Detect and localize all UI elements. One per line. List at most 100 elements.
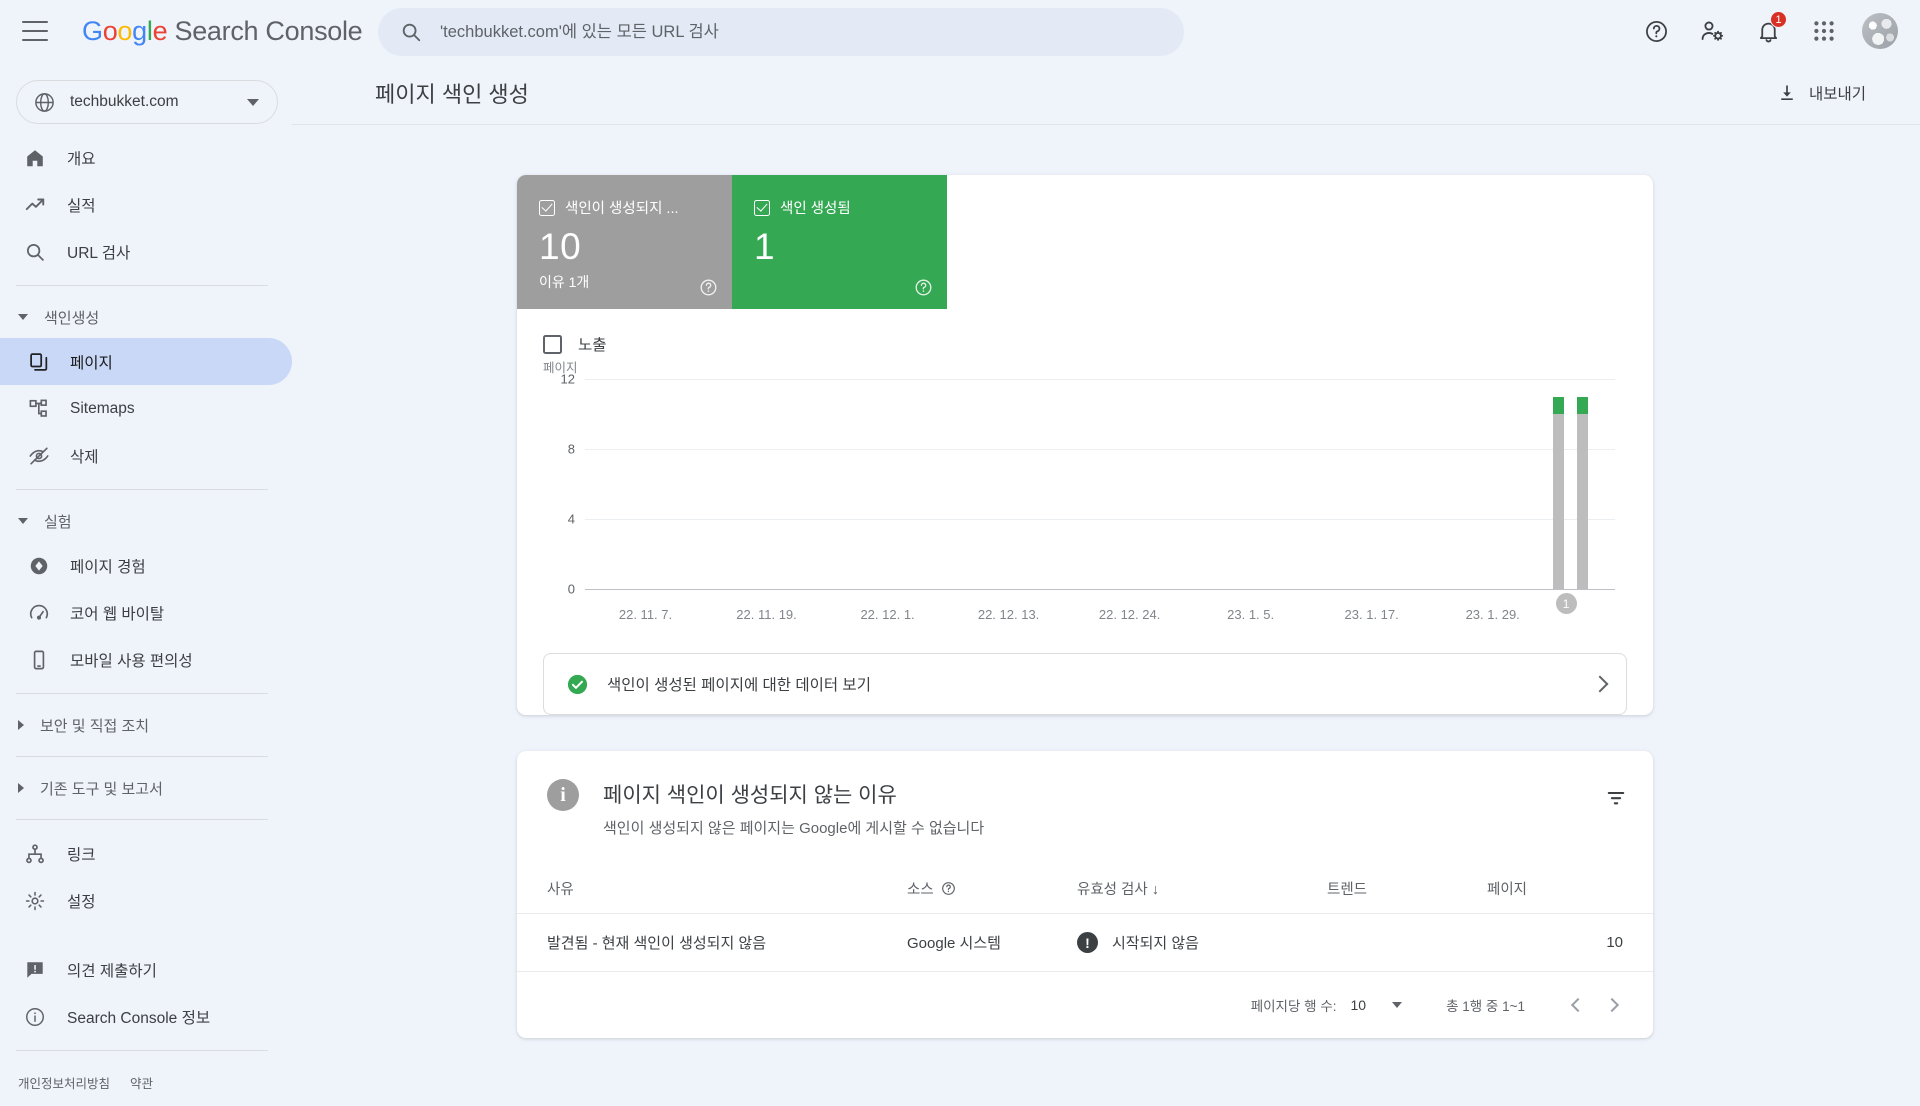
help-button[interactable]: [1628, 3, 1684, 59]
banner-text: 색인이 생성된 페이지에 대한 데이터 보기: [607, 677, 871, 694]
chart-bar-segment-indexed: [1553, 396, 1565, 414]
x-axis-tick: 22. 11. 7.: [618, 607, 673, 622]
th-validation[interactable]: 유효성 검사 ↓: [1077, 868, 1327, 914]
menu-icon[interactable]: [22, 21, 48, 41]
x-axis-tick: 22. 12. 13.: [977, 607, 1040, 622]
divider: [16, 489, 268, 490]
reasons-table: 사유 소스 유효성 검사 ↓ 트렌드 페이지 발견됨 - 현재 색인이 생성되지…: [517, 868, 1653, 972]
chevron-right-icon: [1604, 997, 1620, 1013]
content-scroll: 색인이 생성되지 ... 10 이유 1개 색인 생성됨 1 노출 페이지 12…: [292, 125, 1920, 1038]
feedback-icon: [27, 961, 43, 978]
links-icon: [26, 843, 44, 863]
chart-bar[interactable]: [1553, 396, 1565, 589]
chart-bar[interactable]: [1576, 396, 1588, 589]
sidebar-item-removals[interactable]: 삭제: [0, 432, 292, 479]
x-axis-tick: 23. 1. 5.: [1227, 607, 1275, 622]
triangle-down-icon: [18, 518, 28, 524]
help-icon[interactable]: [914, 278, 933, 297]
sidebar-group-experience[interactable]: 실험: [0, 500, 292, 542]
export-button[interactable]: 내보내기: [1763, 73, 1880, 113]
chevron-down-icon: [247, 98, 259, 106]
google-apps-button[interactable]: [1796, 3, 1852, 59]
main-content: 페이지 색인 생성 내보내기 색인이 생성되지 ... 10 이유 1개 색인 …: [292, 62, 1920, 1106]
y-axis-tick: 12: [560, 371, 575, 387]
sidebar-group-legacy-tools[interactable]: 기존 도구 및 보고서: [0, 767, 292, 809]
tile-label: 색인 생성됨: [780, 201, 851, 217]
impressions-toggle[interactable]: 노출: [517, 333, 1653, 355]
sidebar-item-sitemaps[interactable]: Sitemaps: [0, 385, 292, 432]
th-source-help[interactable]: 소스: [907, 878, 956, 899]
sidebar-item-performance[interactable]: 실적: [0, 181, 292, 228]
view-indexed-data-banner[interactable]: 색인이 생성된 페이지에 대한 데이터 보기: [543, 653, 1627, 715]
sidebar-item-label: 페이지: [70, 354, 113, 372]
y-axis-tick: 8: [567, 441, 575, 457]
previous-page-button[interactable]: [1561, 988, 1595, 1022]
help-icon[interactable]: [941, 881, 956, 896]
sidebar-item-overview[interactable]: 개요: [0, 134, 292, 181]
tile-value: 10: [539, 226, 582, 267]
cell-pages: 10: [1487, 913, 1653, 972]
sidebar-group-label: 실험: [44, 513, 72, 531]
th-source-label: 소스: [907, 882, 934, 898]
divider: [16, 1050, 268, 1051]
speedometer-icon: [29, 604, 49, 620]
tile-not-indexed[interactable]: 색인이 생성되지 ... 10 이유 1개: [517, 175, 732, 309]
sidebar-group-label: 기존 도구 및 보고서: [40, 780, 163, 798]
rows-per-page-label: 페이지당 행 수:: [1250, 999, 1337, 1014]
sidebar-item-mobile-usability[interactable]: 모바일 사용 편의성: [0, 636, 292, 683]
sidebar-item-pages[interactable]: 페이지: [0, 338, 292, 385]
check-circle-icon: [567, 674, 588, 694]
cell-trend: [1327, 913, 1487, 972]
sitemap-icon: [29, 399, 47, 417]
sidebar-item-core-web-vitals[interactable]: 코어 웹 바이탈: [0, 589, 292, 636]
notification-badge: 1: [1770, 11, 1787, 28]
search-icon: [402, 23, 421, 42]
sidebar-item-label: Sitemaps: [70, 399, 135, 417]
sidebar-group-indexing[interactable]: 색인생성: [0, 296, 292, 338]
tile-header: 색인이 생성되지 ...: [539, 197, 714, 218]
sidebar: techbukket.com 개요 실적 URL 검사 색인생성 페이지 Sit…: [0, 62, 292, 1106]
sidebar-item-page-experience[interactable]: 페이지 경험: [0, 542, 292, 589]
cell-source: Google 시스템: [907, 913, 1077, 972]
privacy-link[interactable]: 개인정보처리방침: [18, 1073, 110, 1092]
th-source[interactable]: 소스: [907, 868, 1077, 914]
chevron-down-icon: [1392, 1002, 1403, 1008]
sidebar-item-links[interactable]: 링크: [0, 830, 292, 877]
sidebar-group-security[interactable]: 보안 및 직접 조치: [0, 704, 292, 746]
filter-icon[interactable]: [1605, 787, 1627, 809]
download-icon: [1781, 85, 1793, 100]
brand-logo: Google Search Console: [82, 15, 363, 46]
sidebar-item-settings[interactable]: 설정: [0, 877, 292, 924]
cell-reason: 발견됨 - 현재 색인이 생성되지 않음: [517, 913, 907, 972]
rows-per-page-select[interactable]: 10: [1351, 997, 1403, 1013]
sidebar-item-feedback[interactable]: 의견 제출하기: [0, 946, 292, 993]
terms-link[interactable]: 약관: [130, 1073, 153, 1092]
help-icon[interactable]: [699, 278, 718, 297]
account-settings-button[interactable]: [1684, 3, 1740, 59]
notifications-button[interactable]: 1: [1740, 3, 1796, 59]
checkbox-icon[interactable]: [543, 334, 562, 354]
property-selector[interactable]: techbukket.com: [16, 80, 278, 124]
table-row[interactable]: 발견됨 - 현재 색인이 생성되지 않음 Google 시스템 ! 시작되지 않…: [517, 913, 1653, 972]
trending-up-icon: [25, 198, 45, 210]
brand-suffix: Search Console: [174, 15, 363, 46]
sidebar-item-url-inspection[interactable]: URL 검사: [0, 228, 292, 275]
avatar[interactable]: [1862, 13, 1898, 49]
x-axis-labels: 22. 11. 7. 22. 11. 19. 22. 12. 1. 22. 12. 1…: [585, 607, 1615, 627]
info-icon: i: [547, 779, 579, 811]
pages-icon: [30, 352, 48, 371]
checkbox-checked-icon[interactable]: [754, 199, 770, 216]
tile-indexed[interactable]: 색인 생성됨 1: [732, 175, 947, 309]
page-experience-icon: [30, 557, 48, 574]
primary-nav: 개요 실적 URL 검사: [0, 134, 292, 275]
checkbox-checked-icon[interactable]: [539, 199, 555, 216]
search-input[interactable]: [440, 18, 1140, 46]
reasons-subtitle: 색인이 생성되지 않은 페이지는 Google에 게시할 수 없습니다: [603, 820, 985, 837]
tile-header: 색인 생성됨: [754, 197, 929, 218]
x-axis-tick: 23. 1. 17.: [1344, 607, 1399, 622]
chart-bar-segment-indexed: [1576, 396, 1588, 414]
divider: [16, 285, 268, 286]
url-inspection-search[interactable]: [378, 8, 1184, 56]
sidebar-item-about[interactable]: Search Console 정보: [0, 993, 292, 1040]
next-page-button[interactable]: [1595, 988, 1629, 1022]
